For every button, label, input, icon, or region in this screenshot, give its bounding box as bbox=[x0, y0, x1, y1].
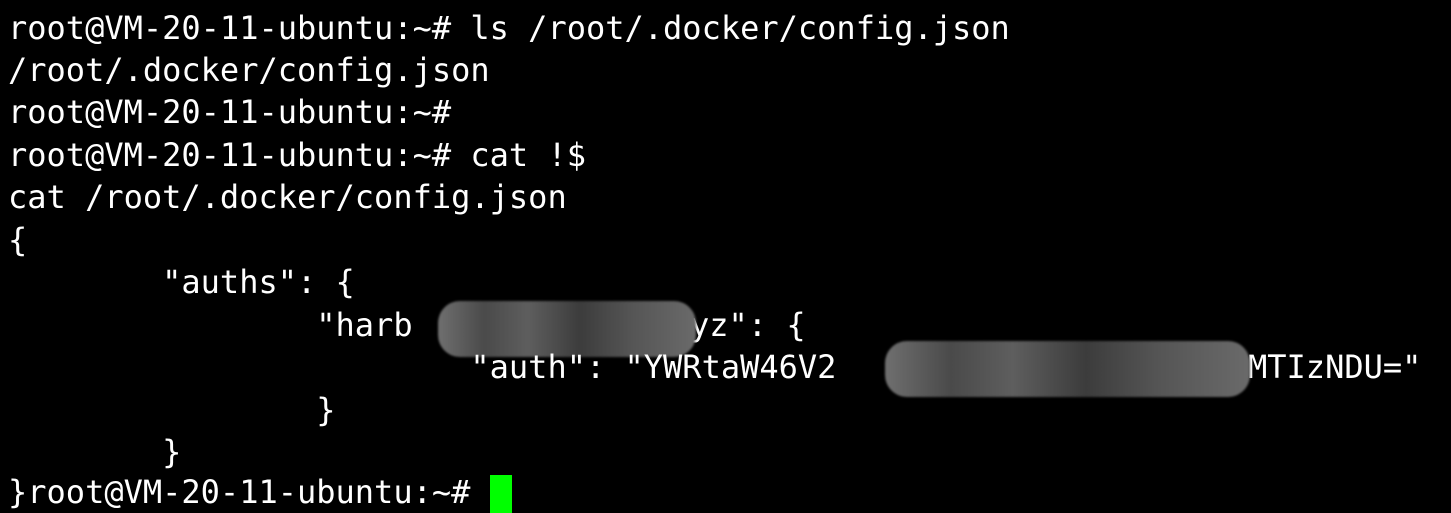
terminal-line: } bbox=[8, 391, 336, 429]
terminal-line: /root/.docker/config.json bbox=[8, 51, 490, 89]
terminal-line: root@VM-20-11-ubuntu:~# bbox=[8, 93, 452, 131]
terminal-line-redacted-host-start: "harb bbox=[8, 306, 413, 344]
terminal-line: "auths": { bbox=[8, 263, 355, 301]
terminal-line: { bbox=[8, 221, 28, 259]
terminal-line-redacted-auth-end: MTIzNDU=" bbox=[1248, 348, 1422, 386]
text-cursor bbox=[489, 475, 512, 513]
redaction-blur bbox=[885, 341, 1250, 397]
terminal-line: } bbox=[8, 433, 182, 471]
terminal-window[interactable]: root@VM-20-11-ubuntu:~# ls /root/.docker… bbox=[0, 0, 1451, 513]
terminal-line-redacted-host-end: yz": { bbox=[690, 306, 806, 344]
terminal-line-redacted-auth-start: "auth": "YWRtaW46V2 bbox=[8, 348, 837, 386]
terminal-prompt-line: }root@VM-20-11-ubuntu:~# bbox=[8, 471, 512, 513]
terminal-line: root@VM-20-11-ubuntu:~# cat !$ bbox=[8, 136, 586, 174]
terminal-line: root@VM-20-11-ubuntu:~# ls /root/.docker… bbox=[8, 9, 1010, 47]
terminal-prompt: }root@VM-20-11-ubuntu:~# bbox=[8, 473, 490, 511]
terminal-line: cat /root/.docker/config.json bbox=[8, 178, 567, 216]
